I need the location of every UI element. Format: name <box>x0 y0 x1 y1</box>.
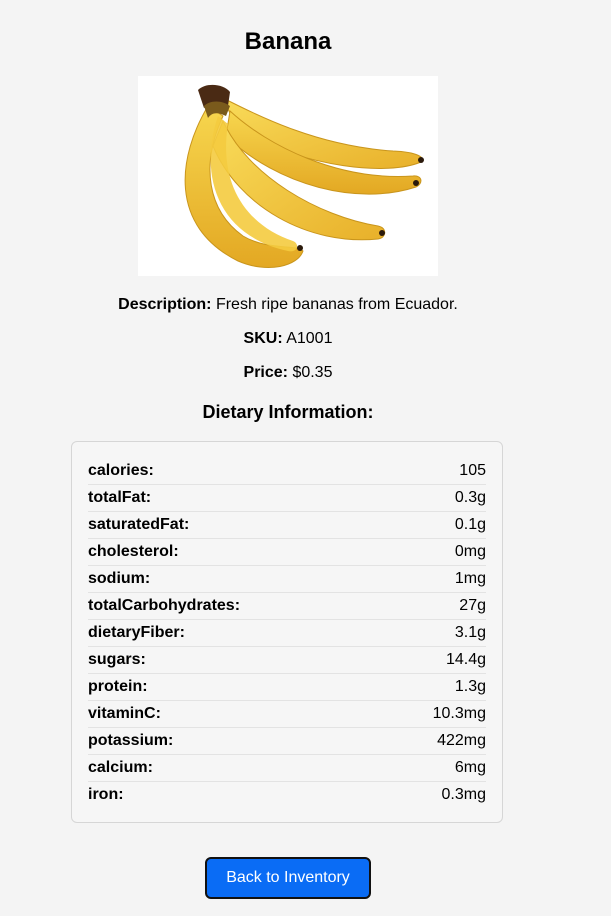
product-page: Banana Description: Fresh ripe bananas f… <box>0 0 611 423</box>
dietary-row: calcium: 6mg <box>88 755 486 782</box>
back-to-inventory-button[interactable]: Back to Inventory <box>205 857 371 899</box>
dietary-key: totalCarbohydrates: <box>88 597 241 614</box>
dietary-row: totalFat: 0.3g <box>88 485 486 512</box>
dietary-row: sugars: 14.4g <box>88 647 486 674</box>
banana-image <box>184 84 424 269</box>
dietary-row: sodium: 1mg <box>88 566 486 593</box>
dietary-value: 1mg <box>454 570 486 587</box>
dietary-row: vitaminC: 10.3mg <box>88 701 486 728</box>
dietary-value: 3.1g <box>454 624 486 641</box>
dietary-row: cholesterol: 0mg <box>88 539 486 566</box>
sku-label: SKU: <box>243 330 283 347</box>
description-line: Description: Fresh ripe bananas from Ecu… <box>0 295 611 315</box>
dietary-key: vitaminC: <box>88 705 161 722</box>
dietary-row: totalCarbohydrates: 27g <box>88 593 486 620</box>
dietary-value: 422mg <box>437 732 486 749</box>
dietary-value: 0mg <box>454 543 486 560</box>
dietary-key: protein: <box>88 678 148 695</box>
dietary-heading: Dietary Information: <box>202 402 374 422</box>
dietary-row: iron: 0.3mg <box>88 782 486 808</box>
price-line: Price: $0.35 <box>0 363 611 383</box>
dietary-value: 1.3g <box>454 678 486 695</box>
dietary-row: calories: 105 <box>88 458 486 485</box>
dietary-key: sugars: <box>88 651 146 668</box>
dietary-value: 0.3mg <box>441 786 486 803</box>
dietary-row: saturatedFat: 0.1g <box>88 512 486 539</box>
price-value: $0.35 <box>292 364 333 381</box>
description-label: Description: <box>118 296 212 313</box>
dietary-key: totalFat: <box>88 489 152 506</box>
description-value: Fresh ripe bananas from Ecuador. <box>215 296 458 313</box>
dietary-value: 27g <box>459 597 486 614</box>
sku-line: SKU: A1001 <box>0 329 611 349</box>
dietary-row: protein: 1.3g <box>88 674 486 701</box>
dietary-value: 10.3mg <box>432 705 486 722</box>
dietary-row: potassium: 422mg <box>88 728 486 755</box>
dietary-key: cholesterol: <box>88 543 179 560</box>
dietary-key: calcium: <box>88 759 153 776</box>
dietary-key: saturatedFat: <box>88 516 190 533</box>
product-image <box>138 76 438 276</box>
dietary-value: 14.4g <box>445 651 486 668</box>
dietary-key: sodium: <box>88 570 151 587</box>
dietary-value: 105 <box>459 462 486 479</box>
dietary-table: calories: 105 totalFat: 0.3g saturatedFat: 0.… <box>71 441 503 823</box>
dietary-key: calories: <box>88 462 154 479</box>
sku-value: A1001 <box>286 330 333 347</box>
dietary-key: potassium: <box>88 732 174 749</box>
dietary-value: 0.1g <box>454 516 486 533</box>
dietary-value: 6mg <box>454 759 486 776</box>
dietary-key: dietaryFiber: <box>88 624 185 641</box>
dietary-value: 0.3g <box>454 489 486 506</box>
page-title: Banana <box>244 28 332 55</box>
dietary-key: iron: <box>88 786 124 803</box>
dietary-row: dietaryFiber: 3.1g <box>88 620 486 647</box>
price-label: Price: <box>243 364 288 381</box>
